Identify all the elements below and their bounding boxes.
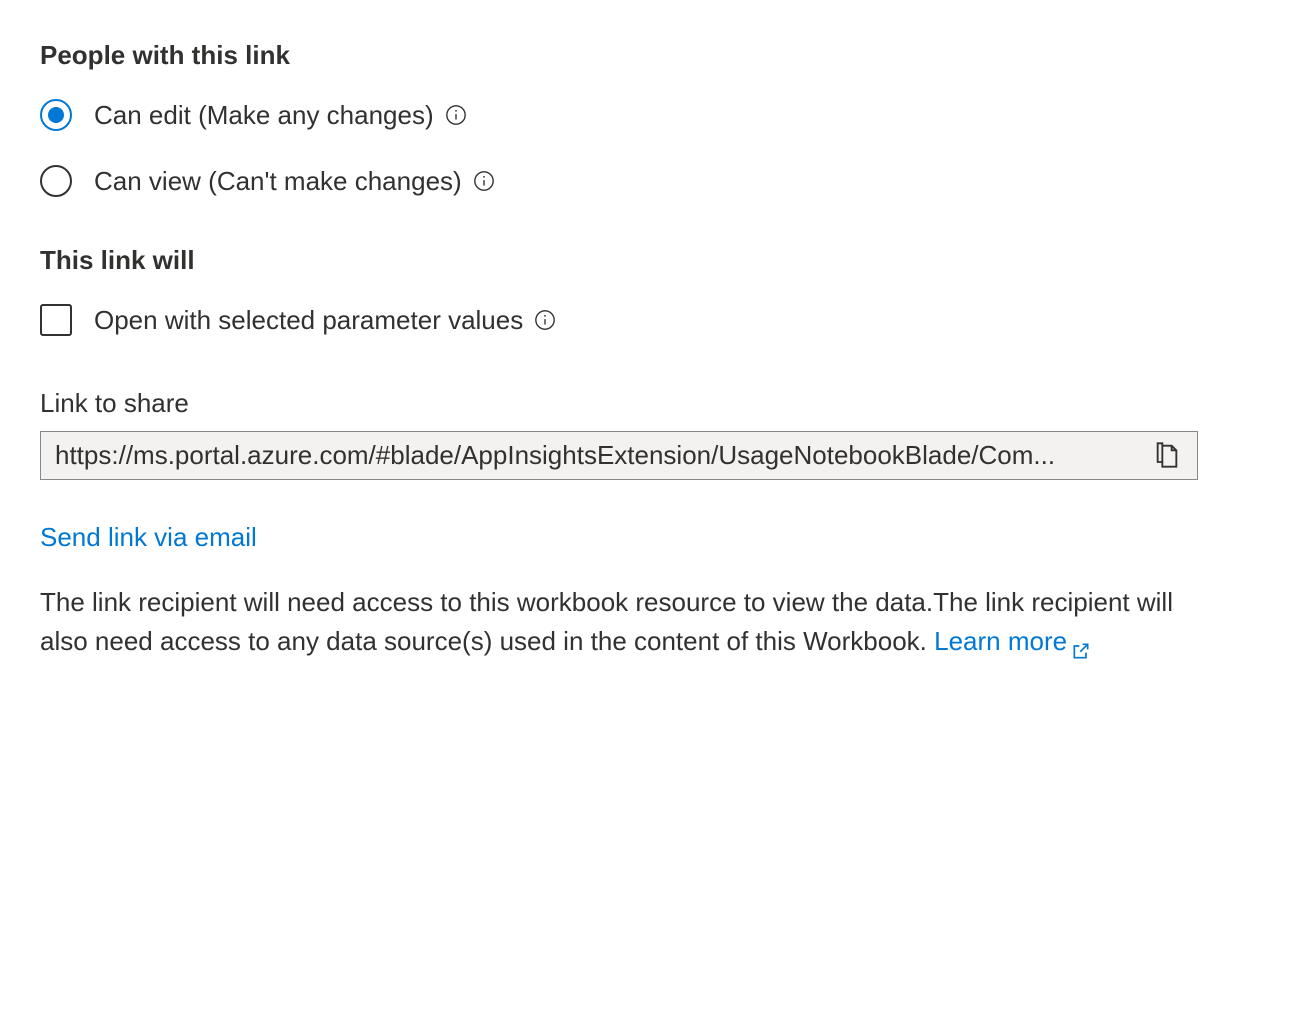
checkbox-box bbox=[40, 304, 72, 336]
link-to-share-label: Link to share bbox=[40, 388, 1263, 419]
radio-circle-selected bbox=[40, 99, 72, 131]
radio-circle-unselected bbox=[40, 165, 72, 197]
permissions-heading: People with this link bbox=[40, 40, 1263, 71]
permissions-radio-group: Can edit (Make any changes) Can view (Ca… bbox=[40, 99, 1263, 197]
radio-can-view[interactable]: Can view (Can't make changes) bbox=[40, 165, 1263, 197]
info-icon[interactable] bbox=[472, 169, 496, 193]
radio-can-edit[interactable]: Can edit (Make any changes) bbox=[40, 99, 1263, 131]
access-description: The link recipient will need access to t… bbox=[40, 583, 1198, 661]
info-icon[interactable] bbox=[533, 308, 557, 332]
learn-more-link[interactable]: Learn more bbox=[934, 626, 1091, 656]
learn-more-label: Learn more bbox=[934, 626, 1067, 656]
share-link-input[interactable] bbox=[55, 440, 1141, 471]
radio-can-edit-label: Can edit (Make any changes) bbox=[94, 100, 434, 131]
copy-icon[interactable] bbox=[1153, 441, 1183, 471]
link-input-wrapper bbox=[40, 431, 1198, 480]
info-icon[interactable] bbox=[444, 103, 468, 127]
radio-can-view-label: Can view (Can't make changes) bbox=[94, 166, 462, 197]
open-with-params-label: Open with selected parameter values bbox=[94, 305, 523, 336]
share-dialog: People with this link Can edit (Make any… bbox=[40, 40, 1263, 661]
send-link-via-email[interactable]: Send link via email bbox=[40, 522, 257, 553]
external-link-icon bbox=[1071, 633, 1091, 653]
open-with-params-checkbox[interactable]: Open with selected parameter values bbox=[40, 304, 1263, 336]
link-settings-heading: This link will bbox=[40, 245, 1263, 276]
